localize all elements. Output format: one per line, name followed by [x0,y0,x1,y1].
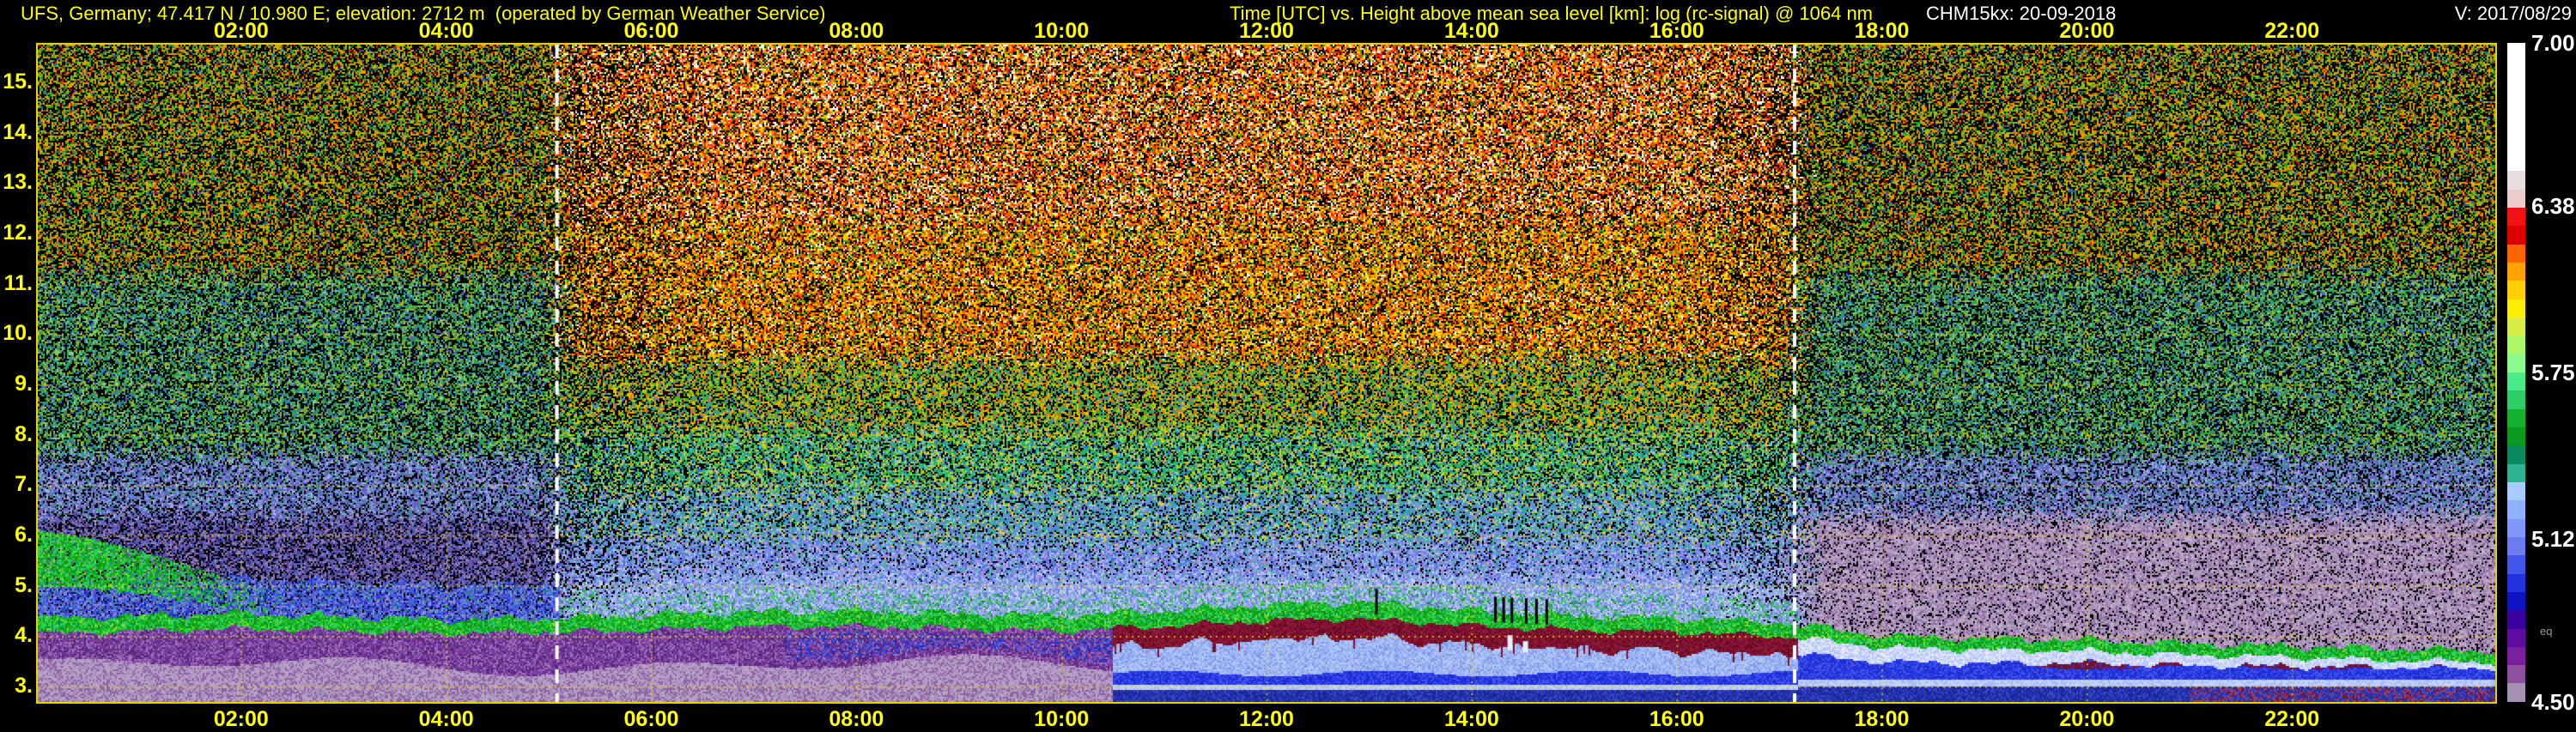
colorbar-segment [2507,281,2525,299]
colorbar-segment [2507,445,2525,464]
x-tick-label-bottom: 22:00 [2264,707,2320,731]
colorbar-segment [2507,354,2525,372]
colorbar-segment [2507,628,2525,647]
x-tick-label-top: 06:00 [623,19,679,43]
x-tick-label-bottom: 08:00 [829,707,884,731]
x-tick-label-top: 20:00 [2059,19,2115,43]
colorbar-segment [2507,244,2525,263]
colorbar-segment [2507,463,2525,482]
colorbar-segment [2507,317,2525,336]
colorbar-segment [2507,134,2525,153]
x-tick-label-top: 12:00 [1239,19,1294,43]
colorbar-segment [2507,116,2525,135]
x-tick-label-top: 16:00 [1649,19,1704,43]
x-tick-label-bottom: 16:00 [1649,707,1704,731]
colorbar-segment [2507,262,2525,281]
x-tick-label-top: 10:00 [1034,19,1090,43]
y-tick-label: 7. [15,472,33,497]
colorbar-segment [2507,683,2525,702]
x-tick-label-bottom: 02:00 [213,707,269,731]
plot-title: Time [UTC] vs. Height above mean sea lev… [1230,3,1874,24]
colorbar-segment [2507,536,2525,556]
colorbar-segment [2507,226,2525,245]
colorbar-segment [2507,372,2525,391]
colorbar-segment [2507,152,2525,172]
colorbar-tick-label: 5.12 [2531,525,2575,552]
colorbar-segment [2507,189,2525,208]
x-tick-label-top: 08:00 [829,19,884,43]
x-tick-label-bottom: 12:00 [1239,707,1294,731]
x-tick-label-bottom: 14:00 [1443,707,1499,731]
colorbar-segment [2507,481,2525,501]
y-tick-label: 15. [3,70,33,94]
colorbar-segment [2507,207,2525,227]
colorbar-tick-label: 7.00 [2531,30,2575,56]
y-tick-label: 5. [15,572,33,597]
colorbar-segment [2507,171,2525,190]
colorbar-segment [2507,518,2525,537]
x-tick-label-bottom: 06:00 [623,707,679,731]
y-tick-label: 4. [15,623,33,648]
y-tick-label: 3. [15,674,33,698]
colorbar-segment [2507,555,2525,574]
x-tick-label-top: 18:00 [1854,19,1910,43]
plot-area [36,43,2497,704]
x-tick-label-top: 14:00 [1443,19,1499,43]
x-tick-label-bottom: 04:00 [418,707,474,731]
y-tick-label: 6. [15,523,33,547]
colorbar-tick-label: 6.38 [2531,193,2575,220]
colorbar-segment [2507,43,2525,62]
colorbar-segment [2507,610,2525,629]
colorbar-segment [2507,299,2525,318]
x-tick-label-bottom: 18:00 [1854,707,1910,731]
y-tick-label: 13. [3,170,33,195]
colorbar-segment [2507,390,2525,409]
colorbar-segment [2507,61,2525,80]
y-tick-label: 10. [3,321,33,346]
ceilometer-quicklook: { "header": { "station": "UFS, Germany; … [0,0,2576,731]
colorbar-segment [2507,97,2525,117]
x-tick-label-top: 04:00 [418,19,474,43]
y-tick-label: 12. [3,221,33,245]
backscatter-heatmap [38,45,2495,702]
colorbar-tick-label: 5.75 [2531,360,2575,385]
x-tick-label-bottom: 20:00 [2059,707,2115,731]
colorbar-segment [2507,408,2525,427]
y-tick-label: 9. [15,372,33,396]
colorbar-tick-label: 4.50 [2531,689,2575,715]
x-tick-label-top: 22:00 [2264,19,2320,43]
colorbar-segment [2507,500,2525,519]
colorbar [2507,43,2525,702]
colorbar-segment [2507,573,2525,592]
colorbar-segment [2507,591,2525,611]
x-tick-label-top: 02:00 [213,19,269,43]
y-tick-label: 14. [3,119,33,144]
colorbar-segment [2507,79,2525,98]
colorbar-segment [2507,426,2525,446]
x-tick-label-bottom: 10:00 [1034,707,1090,731]
colorbar-segment [2507,336,2525,354]
version-label: V: 2017/08/29 [2454,3,2572,24]
y-tick-label: 8. [15,421,33,446]
colorbar-annotation: eq [2540,625,2553,638]
colorbar-segment [2507,646,2525,666]
colorbar-segment [2507,665,2525,684]
y-tick-label: 11. [3,270,33,295]
